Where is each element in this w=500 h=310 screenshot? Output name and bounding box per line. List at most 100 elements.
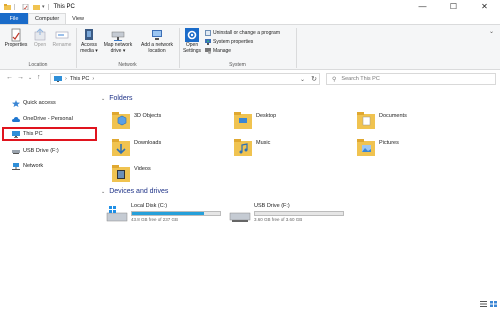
folder-item[interactable]: Music — [234, 137, 270, 157]
up-button[interactable]: ↑ — [37, 74, 41, 81]
folder-item[interactable]: Documents — [357, 110, 407, 130]
drive-item-c[interactable]: Local Disk (C:) 43.8 GB free of 237 GB — [106, 203, 221, 223]
folders-section-header[interactable]: ⌄ Folders — [101, 95, 133, 102]
uninstall-icon — [205, 30, 211, 36]
3d-objects-folder-icon — [112, 112, 130, 129]
uninstall-program-button[interactable]: Uninstall or change a program — [205, 29, 280, 37]
properties-label: Properties — [4, 42, 28, 48]
manage-icon — [205, 48, 211, 54]
settings-gear-icon — [185, 28, 199, 42]
search-box[interactable]: ⚲ Search This PC — [326, 73, 496, 85]
tab-view[interactable]: View — [66, 13, 90, 24]
pc-icon — [12, 130, 20, 138]
breadcrumb-separator[interactable]: › — [65, 76, 67, 82]
folder-item[interactable]: Videos — [112, 163, 151, 183]
drive-info: USB Drive (F:) 3.60 GB free of 3.60 GB — [254, 203, 344, 222]
add-network-location-button[interactable]: Add a network location — [137, 28, 177, 54]
title-separator — [47, 3, 49, 10]
ribbon: Properties Open Rename Location Access m… — [0, 24, 500, 70]
quick-access-dropdown-icon[interactable]: ▾ — [42, 4, 45, 10]
collapse-chevron-icon[interactable]: ⌄ — [101, 189, 105, 195]
devices-section-header[interactable]: ⌄ Devices and drives — [101, 188, 168, 195]
star-icon — [12, 99, 20, 107]
sidebar-item-quick-access[interactable]: Quick access — [12, 98, 56, 108]
breadcrumb-this-pc[interactable]: This PC — [70, 76, 90, 82]
cloud-icon — [12, 116, 20, 122]
add-location-icon — [152, 30, 162, 40]
tab-computer[interactable]: Computer — [28, 13, 67, 24]
minimize-button[interactable]: — — [407, 0, 438, 13]
ribbon-separator — [296, 28, 297, 68]
drive-usage-fill — [132, 212, 204, 215]
system-properties-icon — [205, 39, 211, 45]
system-group-label: System — [229, 62, 246, 68]
pc-icon — [54, 76, 62, 82]
sidebar-item-usb-drive[interactable]: USB Drive (F:) — [12, 146, 59, 156]
rename-label: Rename — [52, 42, 72, 48]
folder-item[interactable]: Downloads — [112, 137, 161, 157]
title-bar: ▾ This PC — ☐ ✕ — [0, 0, 500, 13]
usb-drive-icon — [229, 212, 251, 222]
refresh-button[interactable]: ↻ — [311, 75, 317, 83]
sidebar-item-label: Quick access — [23, 100, 56, 106]
breadcrumb-separator[interactable]: › — [92, 76, 94, 82]
forward-button[interactable]: → — [17, 74, 24, 81]
map-network-drive-button[interactable]: Map network drive ▾ — [100, 28, 136, 54]
recent-locations-button[interactable]: ⌄ — [28, 75, 32, 81]
sidebar-item-onedrive[interactable]: OneDrive - Personal — [12, 114, 73, 124]
address-dropdown-button[interactable]: ⌄ — [300, 76, 305, 83]
folder-item[interactable]: Desktop — [234, 110, 276, 130]
access-media-button[interactable]: Access media ▾ — [78, 28, 100, 54]
open-button[interactable]: Open — [30, 28, 50, 49]
drive-item-f[interactable]: USB Drive (F:) 3.60 GB free of 3.60 GB — [229, 203, 344, 223]
map-drive-label-2: drive ▾ — [110, 47, 126, 54]
videos-folder-icon — [112, 165, 130, 182]
manage-label: Manage — [213, 48, 232, 54]
collapse-chevron-icon[interactable]: ⌄ — [101, 96, 105, 102]
caption-buttons: — ☐ ✕ — [407, 0, 500, 13]
details-view-icon[interactable] — [480, 301, 487, 307]
uninstall-label: Uninstall or change a program — [213, 30, 280, 36]
sidebar-item-label: USB Drive (F:) — [23, 148, 59, 154]
drive-free-space: 3.60 GB free of 3.60 GB — [254, 217, 303, 222]
manage-button[interactable]: Manage — [205, 47, 231, 55]
quick-access-separator — [14, 3, 15, 10]
open-settings-button[interactable]: Open Settings — [181, 28, 203, 54]
address-bar[interactable]: › This PC › ⌄ ↻ — [50, 73, 320, 85]
access-media-label-2: media ▾ — [80, 47, 98, 54]
back-button[interactable]: ← — [6, 74, 13, 81]
folder-item[interactable]: 3D Objects — [112, 110, 161, 130]
rename-button[interactable]: Rename — [51, 28, 73, 49]
sidebar-item-this-pc[interactable]: This PC — [2, 127, 97, 141]
folder-item[interactable]: Pictures — [357, 137, 399, 157]
file-explorer-window: ▾ This PC — ☐ ✕ File Computer View Prope… — [0, 0, 500, 310]
new-folder-quick-icon[interactable] — [33, 4, 40, 10]
search-icon: ⚲ — [332, 76, 337, 83]
drive-info: Local Disk (C:) 43.8 GB free of 237 GB — [131, 203, 221, 222]
folder-label: 3D Objects — [134, 113, 162, 119]
system-properties-button[interactable]: System properties — [205, 38, 253, 46]
properties-quick-icon[interactable] — [22, 3, 29, 10]
folder-label: Desktop — [256, 113, 277, 119]
rename-icon — [55, 31, 69, 39]
sidebar-item-label: This PC — [23, 131, 43, 137]
drive-label: USB Drive (F:) — [254, 203, 290, 209]
sidebar-item-network[interactable]: Network — [12, 161, 43, 171]
documents-folder-icon — [357, 112, 375, 129]
maximize-button[interactable]: ☐ — [438, 0, 469, 13]
search-placeholder: Search This PC — [341, 76, 380, 82]
network-group-label: Network — [118, 62, 137, 68]
drive-free-space: 43.8 GB free of 237 GB — [131, 217, 179, 222]
sidebar-item-label: OneDrive - Personal — [23, 116, 73, 122]
folder-app-icon — [4, 3, 11, 10]
properties-icon — [11, 28, 21, 42]
properties-button[interactable]: Properties — [4, 28, 28, 49]
folder-label: Pictures — [379, 140, 399, 146]
collapse-ribbon-chevron-icon[interactable]: ⌄ — [489, 28, 494, 35]
tab-file[interactable]: File — [0, 13, 28, 24]
close-button[interactable]: ✕ — [469, 0, 500, 13]
open-icon — [34, 28, 46, 41]
location-group-label: Location — [28, 62, 48, 68]
usb-drive-icon — [12, 149, 20, 154]
large-icons-view-icon[interactable] — [490, 301, 497, 307]
